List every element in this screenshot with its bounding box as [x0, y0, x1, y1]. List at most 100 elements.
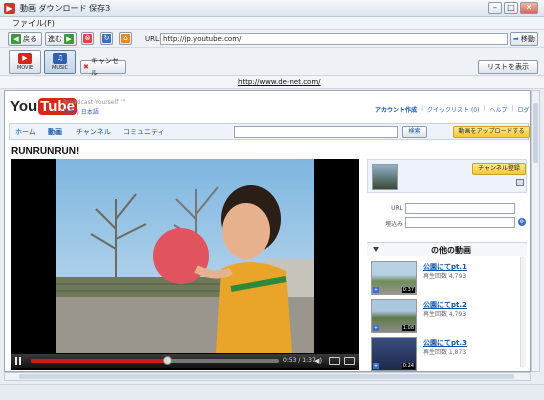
navigation-bar: ◀ 戻る 進む ▶ ⊗ ↻ ⌂ URL: http://jp.youtube.c…	[0, 30, 544, 48]
seek-progress	[31, 359, 168, 363]
pause-icon[interactable]	[15, 357, 23, 365]
time-display: 0:53 / 1:37	[283, 357, 316, 364]
url-label: URL:	[145, 35, 162, 43]
related-video-3[interactable]: + 0:24 公園にてpt.3 再生回数 1,873	[371, 337, 521, 371]
app-icon: ▶	[4, 3, 15, 14]
player-controls: 0:53 / 1:37 ◀)	[11, 354, 359, 368]
url-row: URL	[367, 203, 527, 215]
video-thumbnail[interactable]: + 0:37	[371, 261, 417, 295]
go-button[interactable]: ➡ 移動	[510, 32, 538, 46]
video-duration: 1:08	[401, 325, 415, 331]
music-button[interactable]: ♫ MUSIC	[44, 50, 76, 74]
login-link[interactable]: ログイン	[518, 105, 530, 114]
video-frame[interactable]	[56, 159, 314, 353]
add-to-quicklist-icon[interactable]: +	[373, 325, 379, 331]
status-bar	[0, 384, 544, 400]
region-selector[interactable]: 日本 | 日本語	[63, 107, 99, 116]
video-views: 再生回数 1,873	[423, 349, 467, 356]
channel-avatar[interactable]	[372, 164, 398, 190]
logo-you: You	[10, 98, 38, 115]
horizontal-scrollbar[interactable]	[4, 372, 531, 381]
sidebar: チャンネル登録 URL 埋込み ⚙ の他の動画 + 0:37 公園にてpt.1 …	[367, 159, 527, 371]
maximize-button[interactable]: □	[504, 2, 518, 14]
browser-view: You Tube Broadcast Yourself ™ 日本 | 日本語 アカ…	[4, 90, 531, 372]
music-icon: ♫	[53, 53, 67, 64]
embed-row: 埋込み ⚙	[367, 217, 527, 229]
tab-home[interactable]: ホーム	[15, 127, 36, 137]
vertical-scrollbar[interactable]	[531, 90, 540, 372]
video-title: RUNRUNRUN!	[11, 146, 80, 157]
go-label: 移動	[520, 35, 535, 43]
show-list-button[interactable]: リストを表示	[478, 60, 538, 74]
vertical-scroll-thumb[interactable]	[533, 103, 538, 163]
horizontal-scroll-thumb[interactable]	[19, 374, 514, 379]
quality-icon[interactable]	[329, 357, 340, 365]
youtube-search-button[interactable]: 検索	[402, 126, 427, 138]
tab-channels[interactable]: チャンネル	[76, 127, 111, 137]
mail-icon[interactable]	[516, 179, 524, 186]
embed-field-label: 埋込み	[384, 221, 403, 228]
back-button[interactable]: ◀ 戻る	[8, 32, 42, 46]
fullscreen-icon[interactable]	[344, 357, 355, 365]
site-link-strip: http://www.de-net.com/	[0, 76, 544, 89]
movie-icon: ▶	[18, 53, 32, 64]
video-url-field[interactable]	[405, 203, 515, 214]
forward-arrow-icon: ▶	[64, 34, 74, 44]
tab-videos[interactable]: 動画	[48, 127, 62, 137]
title-bar: ▶ 動画 ダウンロード 保存3 – □ ✕	[0, 0, 544, 17]
close-button[interactable]: ✕	[520, 2, 538, 14]
movie-button[interactable]: ▶ MOVIE	[9, 50, 41, 74]
back-label: 戻る	[23, 35, 37, 43]
video-duration: 0:37	[401, 287, 415, 293]
youtube-search-input[interactable]	[234, 126, 398, 138]
related-video-2[interactable]: + 1:08 公園にてpt.2 再生回数 4,793	[371, 299, 521, 336]
add-to-quicklist-icon[interactable]: +	[373, 287, 379, 293]
related-video-1[interactable]: + 0:37 公園にてpt.1 再生回数 4,793	[371, 261, 521, 298]
home-button[interactable]: ⌂	[119, 32, 132, 45]
minimize-button[interactable]: –	[488, 2, 502, 14]
cancel-button[interactable]: ✖ キャンセル	[80, 57, 126, 77]
video-views: 再生回数 4,793	[423, 311, 467, 318]
create-account-link[interactable]: アカウント作成	[375, 105, 417, 114]
youtube-nav: ホーム 動画 チャンネル コミュニティ 検索 動画をアップロードする	[9, 123, 530, 140]
music-label: MUSIC	[51, 65, 69, 71]
collapse-triangle-icon	[373, 247, 379, 252]
url-field-label: URL	[391, 205, 403, 212]
forward-button[interactable]: 進む ▶	[45, 32, 77, 46]
back-arrow-icon: ◀	[11, 34, 21, 44]
volume-icon[interactable]: ◀)	[314, 357, 325, 365]
seek-bar[interactable]	[31, 356, 279, 365]
go-arrow-icon: ➡	[513, 35, 519, 43]
site-link[interactable]: http://www.de-net.com/	[238, 78, 321, 86]
help-link[interactable]: ヘルプ	[490, 105, 508, 114]
stop-icon: ⊗	[83, 34, 92, 43]
refresh-button[interactable]: ↻	[100, 32, 113, 45]
video-views: 再生回数 4,793	[423, 273, 467, 280]
related-scrollbar[interactable]	[520, 257, 526, 367]
video-thumbnail[interactable]: + 0:24	[371, 337, 417, 371]
menu-file[interactable]: ファイル(F)	[12, 18, 55, 29]
more-videos-header[interactable]: の他の動画	[367, 242, 527, 256]
stop-button[interactable]: ⊗	[81, 32, 94, 45]
tab-community[interactable]: コミュニティ	[123, 127, 165, 137]
subscribe-button[interactable]: チャンネル登録	[472, 163, 526, 175]
more-videos-title: の他の動画	[431, 246, 471, 255]
upload-video-button[interactable]: 動画をアップロードする	[453, 126, 530, 138]
channel-box: チャンネル登録	[367, 159, 527, 193]
download-toolbar: ▶ MOVIE ♫ MUSIC ✖ キャンセル リストを表示	[0, 48, 544, 77]
add-to-quicklist-icon[interactable]: +	[373, 363, 379, 369]
url-input[interactable]: http://jp.youtube.com/	[160, 33, 508, 45]
video-player[interactable]: 0:53 / 1:37 ◀)	[11, 159, 359, 370]
settings-icon[interactable]: ⚙	[518, 218, 526, 226]
embed-code-field[interactable]	[405, 217, 515, 228]
seek-handle[interactable]	[163, 356, 173, 365]
video-duration: 0:24	[401, 363, 415, 369]
home-icon: ⌂	[121, 34, 130, 43]
account-links: アカウント作成| クイックリスト (0)| ヘルプ| ログイン	[375, 105, 530, 114]
movie-label: MOVIE	[16, 65, 34, 71]
refresh-icon: ↻	[102, 34, 111, 43]
menu-bar: ファイル(F)	[0, 17, 544, 30]
video-thumbnail[interactable]: + 1:08	[371, 299, 417, 333]
quicklist-link[interactable]: クイックリスト (0)	[427, 105, 479, 114]
cancel-icon: ✖	[83, 63, 89, 71]
